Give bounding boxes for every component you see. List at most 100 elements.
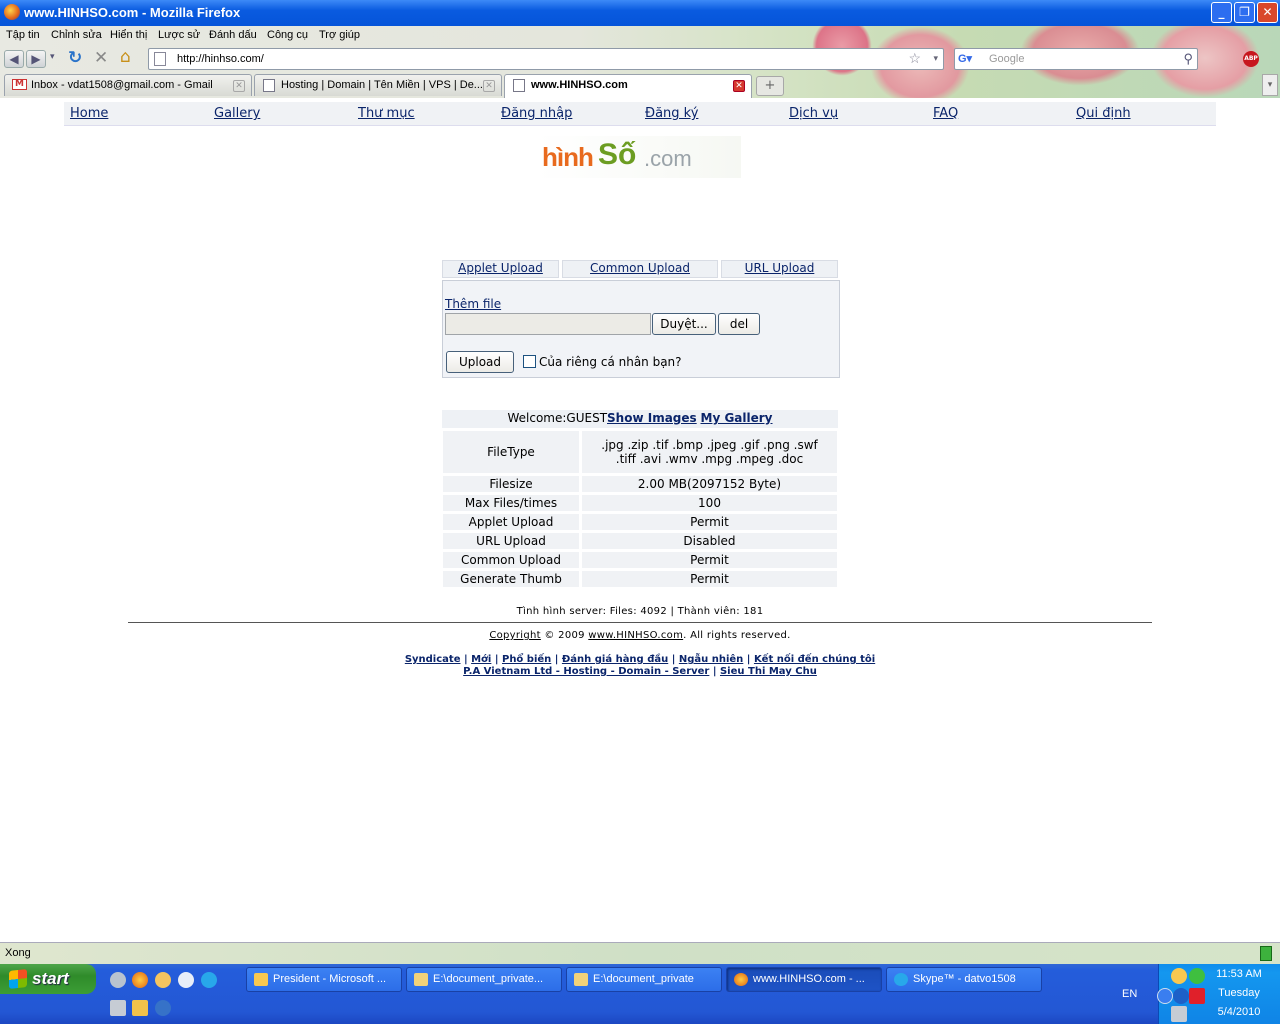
home-icon[interactable]: ⌂ (120, 47, 131, 67)
menu-bookmarks[interactable]: Đánh dấu (209, 29, 257, 41)
footer-link-random[interactable]: Ngẫu nhiên (679, 654, 743, 665)
footer-link-popular[interactable]: Phổ biến (502, 654, 551, 665)
private-checkbox[interactable] (523, 355, 536, 368)
taskbar-button-skype[interactable]: Skype™ - datvo1508 (886, 967, 1042, 992)
start-button[interactable]: start (0, 964, 96, 994)
quicklaunch-messenger-icon[interactable] (155, 972, 171, 988)
gmail-icon: M (12, 79, 27, 90)
footer-link-new[interactable]: Mới (471, 654, 491, 665)
taskbar-label: E:\document_private (593, 973, 694, 985)
restore-button[interactable]: ❐ (1234, 2, 1255, 23)
nav-faq[interactable]: FAQ (933, 106, 958, 121)
nav-login[interactable]: Đăng nhập (501, 106, 572, 121)
history-dropdown-icon[interactable]: ▾ (50, 52, 55, 62)
tab-applet-upload[interactable]: Applet Upload (442, 260, 559, 278)
nav-rules[interactable]: Qui định (1076, 106, 1131, 121)
search-icon[interactable]: ⚲ (1183, 51, 1193, 67)
menu-view[interactable]: Hiển thị (110, 29, 147, 41)
start-label: start (32, 969, 69, 988)
add-file-link[interactable]: Thêm file (445, 297, 501, 311)
taskbar-button-firefox[interactable]: www.HINHSO.com - ... (726, 967, 882, 992)
row-value: Permit (581, 570, 838, 588)
close-button[interactable]: ✕ (1257, 2, 1278, 23)
tab-hosting[interactable]: Hosting | Domain | Tên Miền | VPS | De..… (254, 74, 502, 96)
title-bar[interactable]: www.HINHSO.com - Mozilla Firefox _ ❐ ✕ (0, 0, 1280, 26)
row-value: Permit (581, 513, 838, 531)
nav-home[interactable]: Home (70, 106, 108, 121)
menu-tools[interactable]: Công cụ (267, 29, 308, 41)
status-indicator-icon[interactable] (1260, 946, 1272, 961)
windows-logo-icon (9, 969, 27, 989)
nav-gallery[interactable]: Gallery (214, 106, 260, 121)
tab-close-icon[interactable]: ✕ (483, 80, 495, 92)
row-label: Applet Upload (442, 513, 580, 531)
tray-messenger-icon[interactable] (1171, 968, 1187, 984)
table-row: Filesize 2.00 MB(2097152 Byte) (442, 475, 838, 493)
tab-url-upload[interactable]: URL Upload (721, 260, 838, 278)
folder-icon (414, 973, 428, 986)
my-gallery-link[interactable]: My Gallery (701, 411, 773, 425)
menu-history[interactable]: Lược sử (158, 29, 200, 41)
reload-icon[interactable]: ↻ (68, 48, 82, 68)
clock-time[interactable]: 11:53 AM (1199, 968, 1279, 980)
language-indicator[interactable]: EN (1122, 988, 1137, 1000)
taskbar-button-explorer-2[interactable]: E:\document_private (566, 967, 722, 992)
quicklaunch-media-icon[interactable] (178, 972, 194, 988)
copyright-link[interactable]: Copyright (489, 630, 541, 641)
tray-monitor-icon[interactable] (1171, 1006, 1187, 1022)
quicklaunch-d-icon[interactable] (155, 1000, 171, 1016)
page-icon (263, 79, 275, 92)
footer-link-link-to-us[interactable]: Kết nối đến chúng tôi (754, 654, 875, 665)
nav-services[interactable]: Dịch vụ (789, 106, 838, 121)
taskbar-button-president[interactable]: President - Microsoft ... (246, 967, 402, 992)
row-value: .jpg .zip .tif .bmp .jpeg .gif .png .swf… (581, 430, 838, 474)
tab-list-button[interactable]: ▾ (1262, 74, 1278, 96)
footer-link-pa-vietnam[interactable]: P.A Vietnam Ltd - Hosting - Domain - Ser… (463, 666, 709, 677)
site-logo[interactable]: hình Số .com (536, 136, 741, 178)
tray-network-icon[interactable] (1173, 988, 1189, 1004)
delete-file-button[interactable]: del (718, 313, 760, 335)
minimize-button[interactable]: _ (1211, 2, 1232, 23)
nav-folder[interactable]: Thư mục (358, 106, 415, 121)
url-bar[interactable]: http://hinhso.com/ ☆ ▾ (148, 48, 944, 70)
new-tab-button[interactable]: + (756, 76, 784, 96)
stop-icon[interactable]: ✕ (94, 48, 108, 68)
upload-button[interactable]: Upload (446, 351, 514, 373)
show-images-link[interactable]: Show Images (607, 411, 697, 425)
menu-file[interactable]: Tập tin (6, 29, 40, 41)
tab-hinhso[interactable]: www.HINHSO.com ✕ (504, 74, 752, 98)
search-box[interactable]: G▾ Google ⚲ (954, 48, 1198, 70)
site-link[interactable]: www.HINHSO.com (588, 630, 683, 641)
bookmark-star-icon[interactable]: ☆ (908, 50, 921, 67)
taskbar-button-explorer-1[interactable]: E:\document_private... (406, 967, 562, 992)
google-icon[interactable]: G▾ (958, 52, 974, 66)
url-dropdown-icon[interactable]: ▾ (933, 53, 938, 64)
forward-button[interactable]: ▶ (26, 50, 46, 68)
footer-link-syndicate[interactable]: Syndicate (405, 654, 461, 665)
row-value: Disabled (581, 532, 838, 550)
tab-label: www.HINHSO.com (531, 79, 628, 91)
menu-help[interactable]: Trợ giúp (319, 29, 360, 41)
menu-edit[interactable]: Chỉnh sửa (51, 29, 102, 41)
tab-label: URL Upload (744, 261, 815, 275)
clock-day: Tuesday (1218, 987, 1260, 999)
tab-close-icon[interactable]: ✕ (233, 80, 245, 92)
back-button[interactable]: ◀ (4, 50, 24, 68)
quicklaunch-firefox-icon[interactable] (132, 972, 148, 988)
browse-button[interactable]: Duyệt... (652, 313, 716, 335)
quicklaunch-printer-icon[interactable] (110, 1000, 126, 1016)
quicklaunch-skype-icon[interactable] (201, 972, 217, 988)
footer-link-sieu-thi-may-chu[interactable]: Sieu Thi May Chu (720, 666, 817, 677)
footer-link-top-rated[interactable]: Đánh giá hàng đầu (562, 654, 668, 665)
tab-close-icon[interactable]: ✕ (733, 80, 745, 92)
tray-expand-icon[interactable] (1157, 988, 1173, 1004)
quicklaunch-app-icon[interactable] (110, 972, 126, 988)
divider (128, 622, 1152, 623)
tab-gmail[interactable]: M Inbox - vdat1508@gmail.com - Gmail ✕ (4, 74, 252, 96)
file-path-input[interactable] (445, 313, 651, 335)
tab-common-upload[interactable]: Common Upload (562, 260, 718, 278)
folder-icon (574, 973, 588, 986)
quicklaunch-network-icon[interactable] (132, 1000, 148, 1016)
nav-register[interactable]: Đăng ký (645, 106, 698, 121)
adblock-plus-icon[interactable]: ABP (1243, 51, 1259, 67)
